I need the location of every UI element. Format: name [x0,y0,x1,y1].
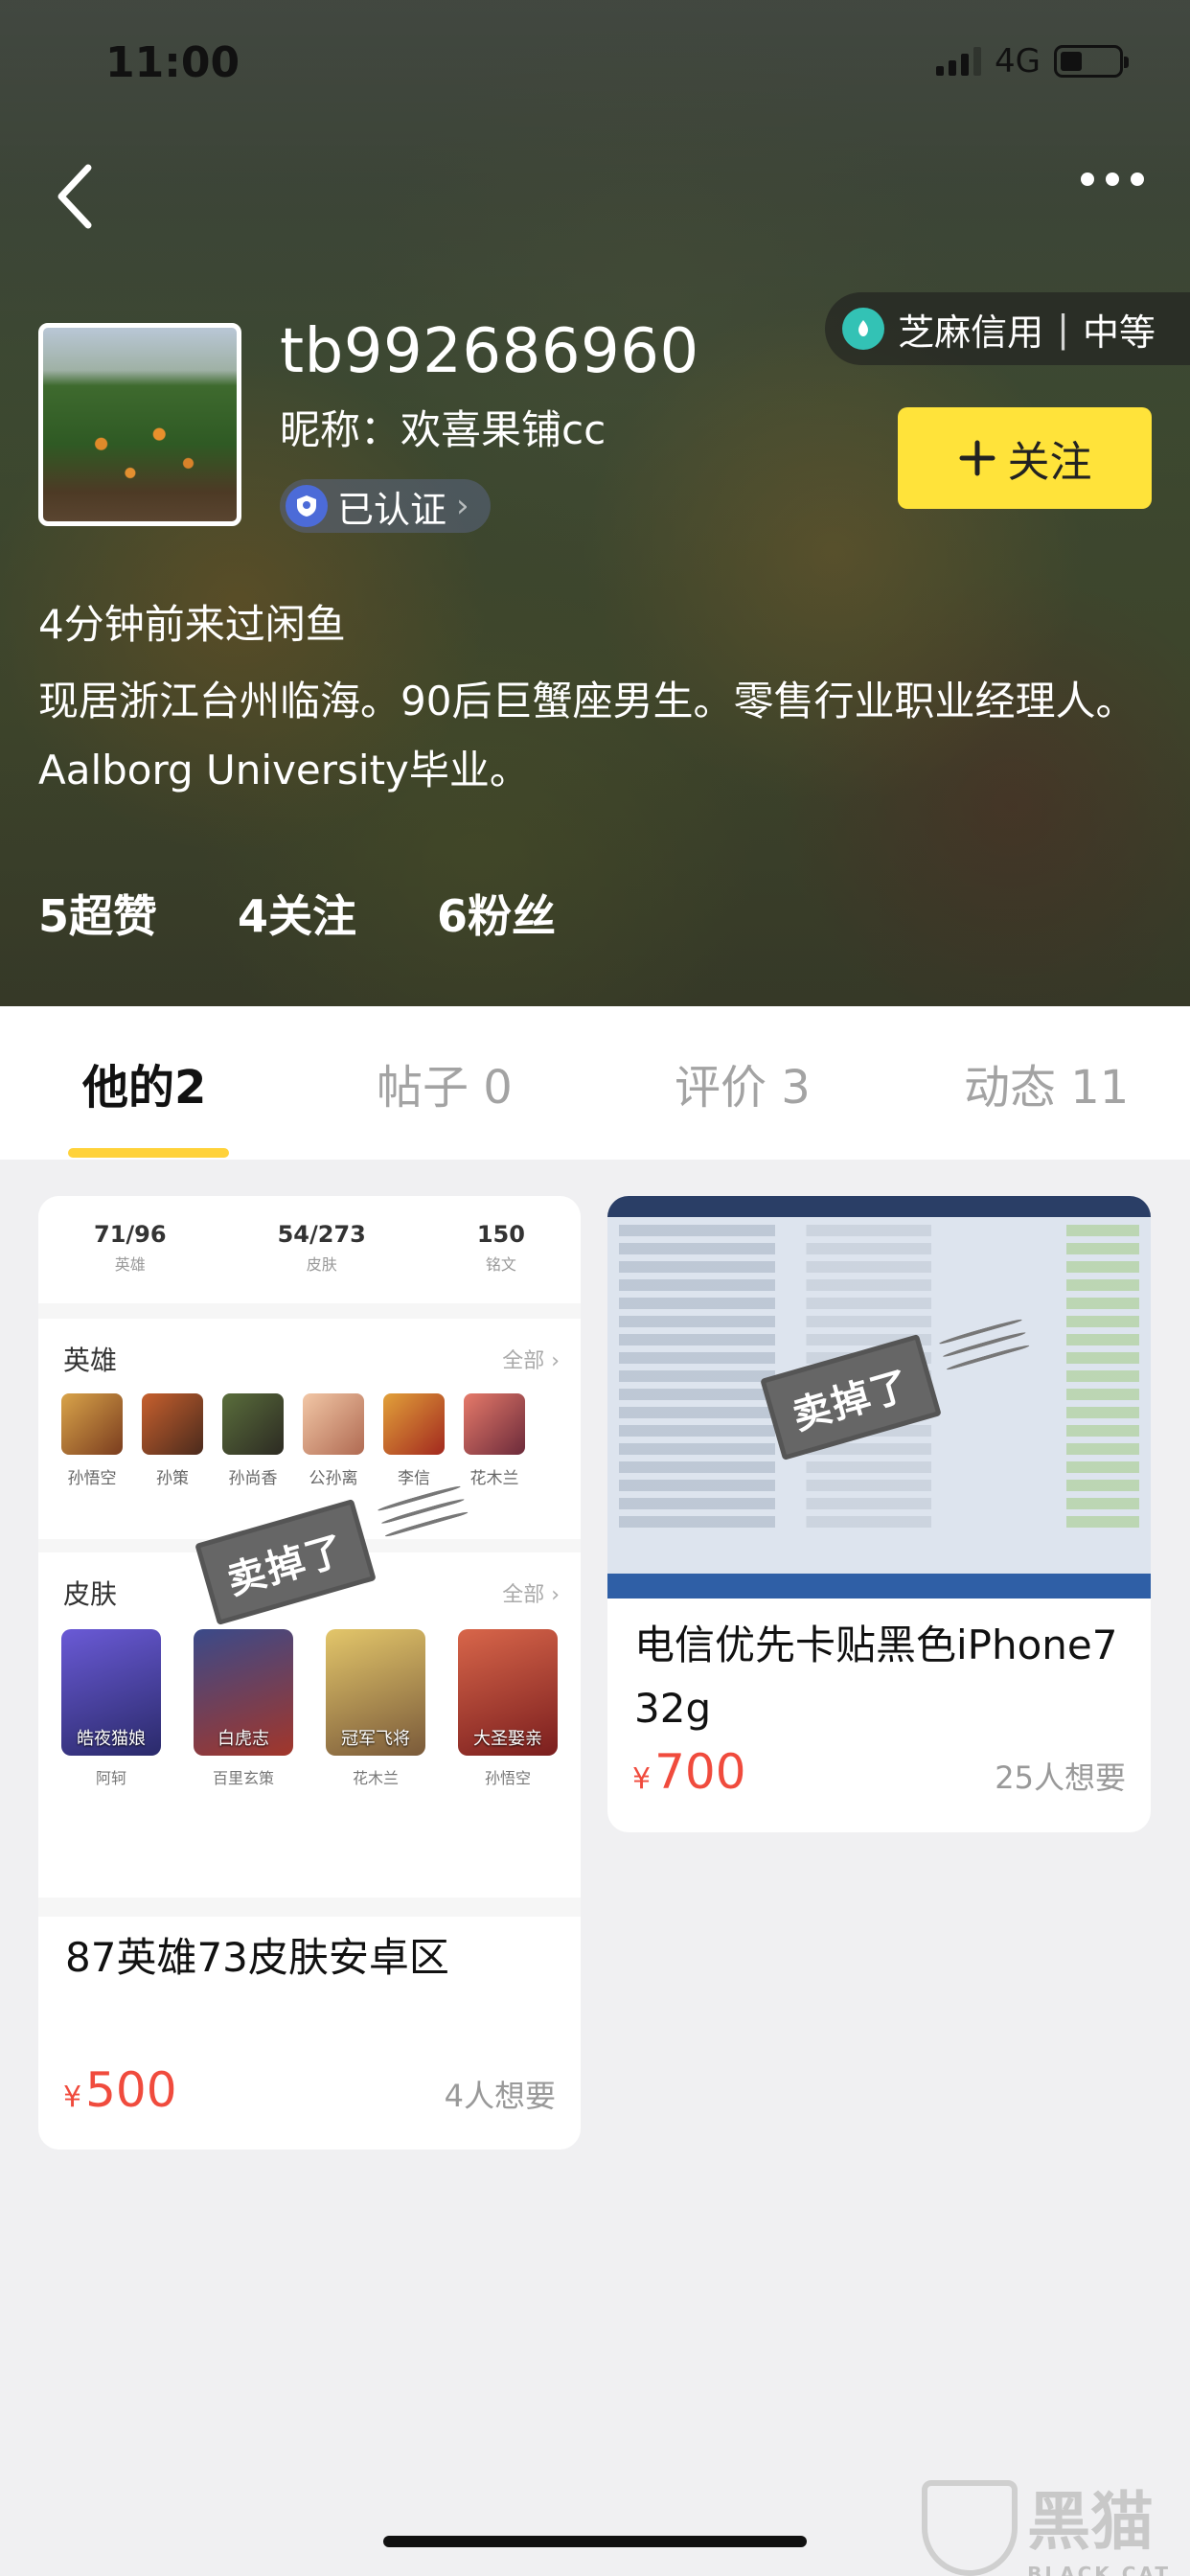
stat-heroes: 71/96 英雄 [94,1221,167,1274]
listing-wants: 4人想要 [444,2078,556,2114]
tab-reviews[interactable]: 评价 3 [675,1049,811,1116]
credit-separator: | [1057,308,1069,350]
username: tb992686960 [280,316,699,387]
heroes-title: 英雄 [63,1345,118,1376]
listing-title: 87英雄73皮肤安卓区 [65,1934,449,1981]
stat-skins: 54/273 皮肤 [277,1221,366,1274]
last-visit: 4分钟前来过闲鱼 [38,601,346,648]
verified-badge[interactable]: 已认证 › [280,479,491,533]
listing-price: ¥500 [63,2062,177,2118]
watermark-logo: 黑猫 BLACK CAT [922,2471,1171,2576]
listing-price: ¥700 [632,1744,746,1800]
skin-cards: 皓夜猫娘 白虎志 冠军飞将 大圣娶亲 [61,1629,558,1756]
signal-icon [936,47,982,76]
followers-stat[interactable]: 6粉丝 [437,882,556,945]
profile-tabs: 他的2 帖子 0 评价 3 动态 11 [0,1006,1190,1160]
follow-label: 关注 [1007,438,1092,487]
avatar[interactable] [38,323,241,526]
skin-owner-names: 阿轲 百里玄策 花木兰 孙悟空 [95,1769,531,1787]
stat-runes: 150 铭文 [476,1221,525,1274]
status-indicators: 4G [936,42,1129,80]
listing-card-iphone[interactable]: 卖掉了 电信优先卡贴黑色iPhone7 32g ¥700 25人想要 [607,1196,1151,1832]
tab-items[interactable]: 他的2 [82,1049,206,1116]
active-tab-indicator [68,1148,229,1158]
battery-icon [1054,45,1129,78]
skins-all-link: 全部 › [502,1583,560,1607]
more-options-icon[interactable] [1081,172,1144,186]
home-indicator[interactable] [383,2536,807,2547]
following-stat[interactable]: 4关注 [238,882,356,945]
likes-stat[interactable]: 5超赞 [38,882,157,945]
status-time: 11:00 [105,38,240,87]
hero-names: 孙悟空 孙策 孙尚香 公孙离 李信 花木兰 [67,1469,519,1488]
listing-wants: 25人想要 [995,1760,1126,1796]
tab-posts[interactable]: 帖子 0 [377,1049,513,1116]
back-arrow-icon[interactable] [50,158,107,235]
plus-icon [959,440,995,476]
tab-activity[interactable]: 动态 11 [964,1049,1129,1116]
profile-stats: 5超赞 4关注 6粉丝 [38,882,556,945]
nickname: 昵称：欢喜果铺cc [280,406,606,453]
chevron-right-icon: › [456,487,469,525]
hero-icons [61,1393,525,1455]
verified-label: 已认证 [337,488,447,531]
credit-badge[interactable]: 芝麻信用 | 中等 [825,292,1190,365]
profile-header: 11:00 4G tb992686960 昵称：欢喜果铺cc 已认证 › 芝麻信… [0,0,1190,1006]
follow-button[interactable]: 关注 [898,407,1152,509]
listing-thumbnail: 71/96 英雄 54/273 皮肤 150 铭文 英雄 全部 › 孙悟空 孙策 孙尚香公… [38,1196,581,1917]
verified-shield-icon [286,485,328,527]
game-stats: 71/96 英雄 54/273 皮肤 150 铭文 [38,1196,581,1303]
heroes-all-link: 全部 › [502,1349,560,1373]
network-label: 4G [995,42,1041,80]
credit-level: 中等 [1082,310,1156,354]
skins-section: 皮肤 全部 › 皓夜猫娘 白虎志 冠军飞将 大圣娶亲 阿轲 百里玄策 花木兰 孙悟空 [38,1552,581,1898]
heroes-section: 英雄 全部 › 孙悟空 孙策 孙尚香 公孙离 李信 花木兰 [38,1319,581,1539]
sesame-credit-icon [842,308,885,350]
bio: 现居浙江台州临海。90后巨蟹座男生。零售行业职业经理人。Aalborg Univ… [38,678,1136,794]
listing-thumbnail: 卖掉了 [607,1196,1151,1598]
credit-label: 芝麻信用 [898,310,1044,354]
listing-card-game-account[interactable]: 71/96 英雄 54/273 皮肤 150 铭文 英雄 全部 › 孙悟空 孙策 孙尚香公… [38,1196,581,2150]
skins-title: 皮肤 [63,1578,118,1610]
listing-title: 电信优先卡贴黑色iPhone7 32g [634,1622,1118,1732]
cat-logo-icon [922,2480,1018,2576]
